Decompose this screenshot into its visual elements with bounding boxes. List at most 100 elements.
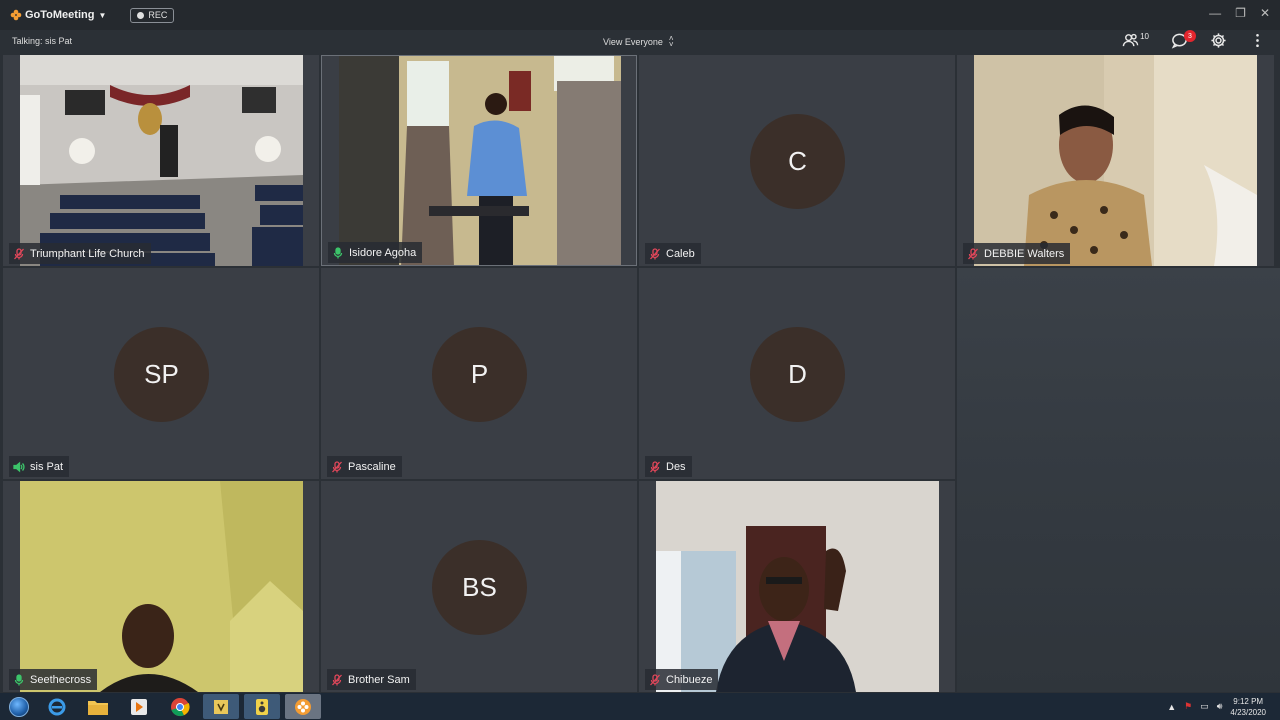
folder-icon [88, 700, 108, 715]
close-icon[interactable]: ✕ [1260, 6, 1270, 20]
record-button[interactable]: REC [130, 7, 175, 23]
participant-nametag: Chibueze [645, 669, 719, 690]
title-bar: GoToMeeting ▼ REC — ❐ ✕ [0, 0, 1280, 30]
record-dot-icon [137, 11, 145, 19]
settings-button[interactable] [1210, 32, 1227, 49]
participant-name: Pascaline [348, 460, 396, 473]
participant-video-feed [656, 481, 939, 692]
mic-muted-icon [332, 460, 342, 472]
clock-time: 9:12 PM [1233, 696, 1264, 706]
view-label: View Everyone [603, 37, 663, 47]
chat-badge: 3 [1184, 30, 1196, 42]
speaker-active-icon [13, 461, 25, 472]
archive-icon [214, 699, 228, 714]
gotomeeting-icon [295, 698, 311, 715]
participant-name: Triumphant Life Church [30, 247, 145, 260]
volume-icon[interactable]: 🔊︎ [1217, 701, 1223, 712]
taskbar-internet-explorer[interactable] [39, 694, 75, 719]
flag-icon[interactable]: ⚑ [1184, 701, 1192, 712]
mic-muted-icon [650, 673, 660, 685]
clock-date: 4/23/2020 [1230, 707, 1266, 717]
participant-video-feed [20, 481, 303, 692]
mic-muted-icon [650, 460, 660, 472]
meeting-tools: 10 3 [1122, 30, 1266, 49]
mic-muted-icon [332, 673, 342, 685]
more-vertical-icon [1256, 33, 1259, 48]
windows-taskbar: ▲ ⚑ ▭ 🔊︎ 9:12 PM 4/23/2020 [0, 693, 1280, 720]
people-icon [1122, 33, 1139, 47]
church-video-feed [20, 55, 303, 266]
mic-active-icon [14, 673, 24, 685]
participant-name: Chibueze [666, 673, 713, 686]
minimize-icon[interactable]: — [1209, 6, 1221, 20]
more-options-button[interactable] [1249, 32, 1266, 49]
video-tile[interactable]: Isidore Agoha [321, 55, 637, 266]
video-tile[interactable]: P Pascaline [321, 268, 637, 479]
participant-name: Des [666, 460, 686, 473]
internet-explorer-icon [48, 698, 66, 715]
participant-name: Caleb [666, 247, 695, 260]
taskbar-media-player[interactable] [121, 694, 157, 719]
start-button[interactable] [4, 693, 34, 720]
participant-avatar: C [750, 113, 845, 209]
video-tile[interactable]: D Des [639, 268, 955, 479]
participant-nametag: Triumphant Life Church [9, 243, 151, 264]
app-name: GoToMeeting [25, 9, 95, 21]
speaker-video-feed [339, 56, 621, 265]
taskbar-archive[interactable] [203, 694, 239, 719]
system-clock[interactable]: 9:12 PM 4/23/2020 [1230, 696, 1266, 718]
sort-arrows-icon: ˄ ˅ [668, 34, 674, 49]
video-tile[interactable]: Triumphant Life Church [3, 55, 319, 266]
video-tile[interactable]: Seethecross [3, 481, 319, 692]
windows-logo-icon [9, 696, 29, 717]
gear-icon [1211, 33, 1226, 48]
participant-nametag: Brother Sam [327, 669, 416, 690]
speaker-app-icon [256, 698, 268, 715]
video-tile[interactable]: Chibueze [639, 481, 955, 692]
mic-muted-icon [650, 247, 660, 259]
taskbar-file-explorer[interactable] [80, 694, 116, 719]
participant-nametag: Seethecross [9, 669, 98, 690]
participant-video-feed [974, 55, 1257, 266]
record-label: REC [148, 10, 168, 20]
talking-indicator: Talking: sis Pat [12, 36, 73, 46]
participant-nametag: sis Pat [9, 456, 70, 477]
participant-name: Brother Sam [348, 673, 410, 686]
participant-name: Seethecross [30, 673, 92, 686]
app-menu[interactable]: GoToMeeting ▼ [10, 9, 106, 21]
window-controls: — ❐ ✕ [1209, 6, 1270, 20]
tray-expand-icon[interactable]: ▲ [1167, 702, 1176, 712]
view-selector[interactable]: View Everyone ˄ ˅ [603, 34, 674, 49]
chrome-icon [171, 697, 190, 716]
restore-icon[interactable]: ❐ [1235, 6, 1246, 20]
system-tray: ▲ ⚑ ▭ 🔊︎ 9:12 PM 4/23/2020 [1167, 693, 1266, 720]
participant-name: sis Pat [30, 460, 64, 473]
video-tile[interactable]: BS Brother Sam [321, 481, 637, 692]
participant-nametag: Caleb [645, 243, 701, 264]
taskbar-chrome[interactable] [162, 694, 198, 719]
video-tile[interactable]: C Caleb [639, 55, 955, 266]
chevron-down-icon: ▼ [98, 10, 107, 20]
gotomeeting-logo-icon [10, 9, 22, 21]
participant-nametag: Des [645, 456, 692, 477]
video-tile[interactable]: SP sis Pat [3, 268, 319, 479]
participant-nametag: DEBBIE Walters [963, 243, 1071, 264]
participant-nametag: Pascaline [327, 456, 402, 477]
taskbar-gotomeeting[interactable] [285, 694, 321, 719]
participant-nametag: Isidore Agoha [328, 242, 423, 263]
network-icon[interactable]: ▭ [1200, 701, 1209, 712]
attendee-count: 10 [1140, 32, 1149, 41]
taskbar-speaker-app[interactable] [244, 694, 280, 719]
mic-active-icon [333, 246, 343, 258]
participant-avatar: D [750, 326, 845, 422]
chat-button[interactable]: 3 [1171, 30, 1196, 49]
participant-name: DEBBIE Walters [984, 247, 1065, 260]
info-bar: Talking: sis Pat View Everyone ˄ ˅ 10 3 [0, 30, 1280, 54]
attendees-button[interactable]: 10 [1122, 32, 1149, 49]
participant-name: Isidore Agoha [349, 246, 417, 259]
mic-muted-icon [968, 247, 978, 259]
empty-grid-area [957, 268, 1280, 692]
gotomeeting-window: GoToMeeting ▼ REC — ❐ ✕ Talking: sis Pat… [0, 0, 1280, 720]
participant-avatar: BS [432, 539, 527, 635]
video-tile[interactable]: DEBBIE Walters [957, 55, 1274, 266]
